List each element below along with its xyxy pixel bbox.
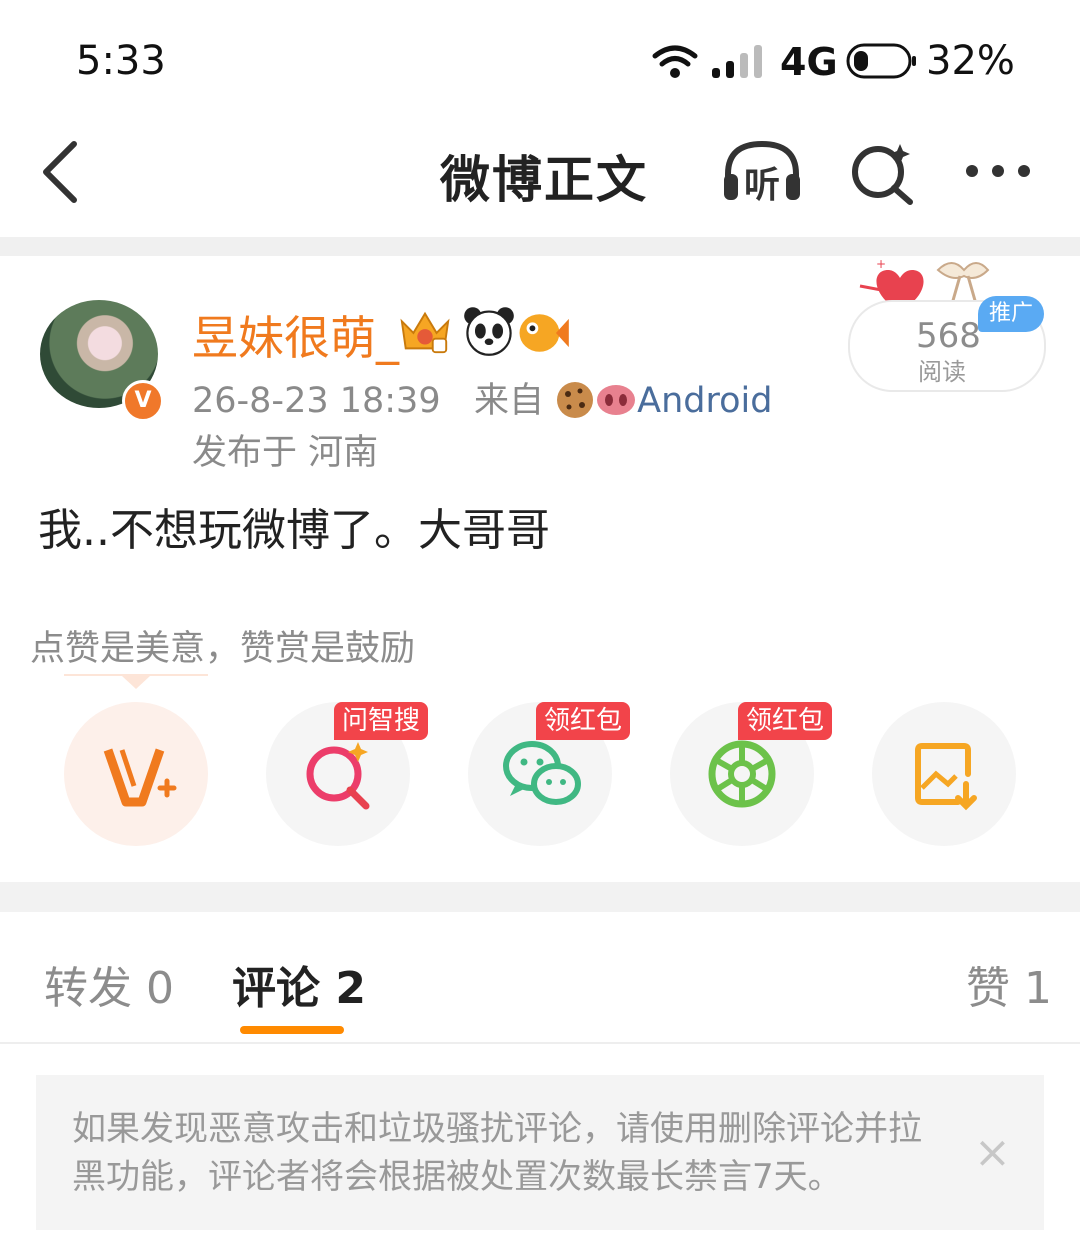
source-prefix: 来自 bbox=[473, 381, 544, 421]
section-divider bbox=[0, 882, 1080, 912]
read-count: 568 bbox=[916, 316, 981, 356]
network-type: 4G bbox=[780, 40, 838, 84]
tab-repost[interactable]: 转发 0 bbox=[44, 952, 174, 1016]
post-time: 26-8-23 18:39 bbox=[192, 381, 441, 421]
wifi-icon bbox=[652, 45, 698, 78]
verified-badge: V bbox=[122, 380, 164, 422]
tab-like[interactable]: 赞 1 bbox=[966, 952, 1052, 1016]
page-title: 微博正文 bbox=[440, 151, 648, 209]
post-meta: 26-8-23 18:39 来自 Android bbox=[192, 372, 772, 423]
battery-percent: 32% bbox=[926, 38, 1015, 84]
cookie-icon bbox=[557, 382, 594, 418]
listen-label: 听 bbox=[744, 165, 781, 206]
username[interactable]: 昱妹很萌_ bbox=[192, 302, 399, 368]
read-label: 阅读 bbox=[918, 358, 966, 386]
post-location: 发布于 河南 bbox=[192, 433, 379, 473]
battery-icon bbox=[846, 43, 916, 79]
close-icon[interactable]: × bbox=[974, 1127, 1011, 1178]
promote-tag[interactable]: 推广 bbox=[978, 296, 1044, 332]
comment-notice: 如果发现恶意攻击和垃圾骚扰评论，请使用删除评论并拉黑功能，评论者将会根据被处置次… bbox=[36, 1075, 1044, 1230]
svg-text:+: + bbox=[876, 257, 886, 271]
save-image-button[interactable] bbox=[872, 702, 1016, 846]
tab-indicator bbox=[240, 1026, 344, 1034]
vplus-button[interactable] bbox=[64, 702, 208, 846]
vip-crown-icon bbox=[400, 311, 450, 354]
vplus-icon bbox=[103, 748, 177, 807]
pig-nose-icon bbox=[597, 385, 636, 415]
status-time: 5:33 bbox=[76, 38, 166, 84]
more-icon[interactable] bbox=[964, 162, 1032, 180]
post-text: 我..不想玩微博了。大哥哥 bbox=[38, 505, 550, 556]
listen-button[interactable]: 听 bbox=[720, 138, 804, 206]
back-icon[interactable] bbox=[38, 140, 82, 204]
reward-tip: 点赞是美意，赞赏是鼓励 bbox=[30, 629, 416, 669]
tab-comment[interactable]: 评论 2 bbox=[232, 952, 366, 1016]
tip-caret-icon bbox=[122, 676, 150, 689]
moments-tag: 领红包 bbox=[738, 702, 833, 740]
signal-icon bbox=[712, 45, 762, 78]
panda-icon bbox=[464, 307, 514, 356]
tabs-divider bbox=[0, 1042, 1080, 1044]
wechat-tag: 领红包 bbox=[536, 702, 631, 740]
post-source[interactable]: Android bbox=[637, 381, 772, 421]
smart-search-tag: 问智搜 bbox=[334, 702, 429, 740]
notice-text: 如果发现恶意攻击和垃圾骚扰评论，请使用删除评论并拉黑功能，评论者将会根据被处置次… bbox=[72, 1109, 922, 1197]
fish-icon bbox=[519, 314, 569, 352]
header-divider bbox=[0, 237, 1080, 256]
save-image-icon bbox=[915, 743, 977, 811]
smart-search-icon[interactable] bbox=[850, 140, 916, 206]
